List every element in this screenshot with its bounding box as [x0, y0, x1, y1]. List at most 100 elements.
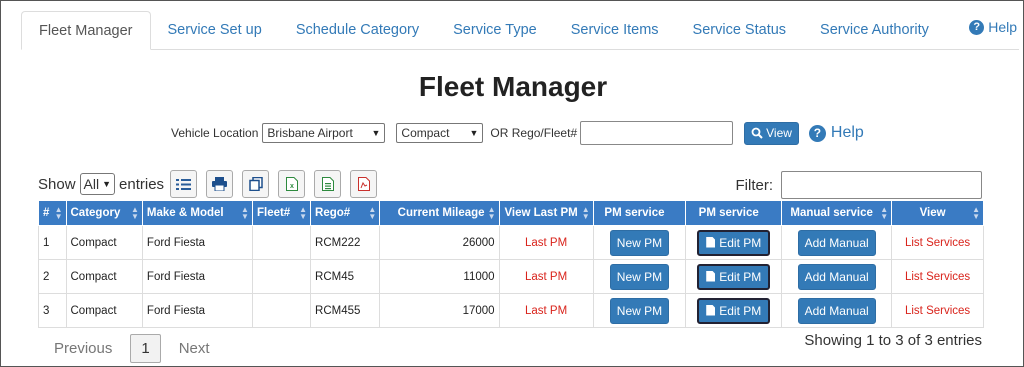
tab-divider [21, 49, 1019, 50]
page-1-button[interactable]: 1 [130, 334, 161, 363]
app-frame: Fleet Manager Service Set up Schedule Ca… [0, 0, 1024, 367]
pdf-file-icon [357, 177, 370, 191]
cell-rego: RCM455 [310, 293, 381, 328]
vehicle-location-select[interactable]: Brisbane Airport ▼ [262, 123, 386, 143]
page-length-select[interactable]: All ▼ [79, 173, 116, 195]
cell-edit-pm: Edit PM [685, 225, 783, 260]
new-pm-button[interactable]: New PM [609, 263, 670, 290]
edit-pm-label: Edit PM [719, 235, 762, 250]
cell-fleet [251, 293, 312, 328]
pdf-export-button[interactable] [350, 170, 378, 198]
new-pm-button[interactable]: New PM [609, 297, 670, 324]
cell-number: 3 [38, 293, 67, 328]
col-header-label: View [919, 207, 946, 219]
edit-pm-label: Edit PM [719, 269, 762, 284]
filter-input[interactable] [781, 171, 982, 199]
edit-pm-label: Edit PM [719, 303, 762, 318]
list-services-link[interactable]: List Services [891, 225, 984, 260]
sort-icon: ▲ ▼ [299, 205, 308, 221]
cell-make-model: Ford Fiesta [141, 293, 253, 328]
tab-fleet-manager[interactable]: Fleet Manager [21, 11, 151, 50]
search-row: Vehicle Location Brisbane Airport ▼ Comp… [171, 121, 864, 145]
list-services-link[interactable]: List Services [891, 293, 984, 328]
list-services-link[interactable]: List Services [891, 259, 984, 294]
cell-fleet [251, 225, 312, 260]
print-button[interactable] [206, 170, 234, 198]
sort-icon: ▲ ▼ [487, 205, 496, 221]
copy-icon [248, 177, 263, 191]
pagination: Previous 1 Next [42, 334, 222, 363]
col-header-manual-service[interactable]: Manual service ▲ ▼ [781, 200, 893, 226]
next-page-button[interactable]: Next [167, 334, 222, 363]
last-pm-link[interactable]: Last PM [498, 259, 594, 294]
cell-manual: Add Manual [781, 259, 893, 294]
table-filter: Filter: [735, 171, 982, 199]
fleet-table: # ▲ ▼ Category ▲ ▼ Make & Model ▲ ▼ Fleet# ▲ ▼ R… [38, 200, 984, 328]
cell-category: Compact [65, 259, 143, 294]
cell-rego: RCM45 [310, 259, 381, 294]
help-link-search[interactable]: ? Help [808, 124, 864, 142]
cell-fleet [251, 259, 312, 294]
csv-file-icon [321, 177, 334, 191]
copy-button[interactable] [242, 170, 270, 198]
tab-bar: Fleet Manager Service Set up Schedule Ca… [21, 11, 946, 50]
col-header-number[interactable]: # ▲ ▼ [38, 200, 67, 226]
cell-number: 2 [38, 259, 67, 294]
last-pm-link[interactable]: Last PM [498, 293, 594, 328]
cell-mileage: 17000 [379, 293, 500, 328]
chevron-down-icon: ▼ [371, 128, 381, 138]
search-icon [751, 127, 763, 139]
previous-page-button[interactable]: Previous [42, 334, 124, 363]
vehicle-location-label: Vehicle Location [171, 126, 259, 140]
sort-icon: ▲ ▼ [241, 205, 249, 221]
tab-service-authority[interactable]: Service Authority [803, 11, 946, 49]
filter-label: Filter: [735, 176, 774, 194]
col-header-view-last-pm[interactable]: View Last PM ▲ ▼ [498, 200, 594, 226]
csv-export-button[interactable] [314, 170, 342, 198]
last-pm-link[interactable]: Last PM [498, 225, 594, 260]
col-header-rego[interactable]: Rego# ▲ ▼ [310, 200, 381, 226]
table-row: 2 Compact Ford Fiesta RCM45 11000 Last P… [38, 259, 984, 294]
edit-pm-button[interactable]: Edit PM [697, 229, 771, 256]
cell-number: 1 [38, 225, 67, 260]
sort-icon: ▲ ▼ [54, 205, 63, 221]
list-icon [176, 178, 192, 190]
excel-file-icon: x [285, 177, 298, 191]
col-header-make-model[interactable]: Make & Model ▲ ▼ [141, 200, 253, 226]
new-pm-button[interactable]: New PM [609, 229, 670, 256]
col-header-edit-pm-service: PM service [685, 200, 783, 226]
add-manual-button[interactable]: Add Manual [797, 297, 876, 324]
excel-export-button[interactable]: x [278, 170, 306, 198]
help-link-top[interactable]: ? Help [969, 19, 1017, 35]
tab-service-set-up[interactable]: Service Set up [151, 11, 279, 49]
col-header-current-mileage[interactable]: Current Mileage ▲ ▼ [379, 200, 500, 226]
table-row: 3 Compact Ford Fiesta RCM455 17000 Last … [38, 293, 984, 328]
col-header-fleet[interactable]: Fleet# ▲ ▼ [251, 200, 312, 226]
col-header-label: Make & Model [146, 207, 224, 219]
col-header-label: Manual service [790, 207, 873, 219]
col-header-label: Category [70, 207, 121, 219]
add-manual-button[interactable]: Add Manual [797, 229, 876, 256]
rego-input[interactable] [580, 121, 734, 145]
sort-icon: ▲ ▼ [581, 205, 590, 221]
chevron-down-icon: ▼ [102, 179, 112, 189]
tab-service-type[interactable]: Service Type [436, 11, 554, 49]
col-header-view[interactable]: View ▲ ▼ [891, 200, 984, 226]
add-manual-button[interactable]: Add Manual [797, 263, 876, 290]
category-select[interactable]: Compact ▼ [396, 123, 484, 143]
tab-schedule-category[interactable]: Schedule Category [279, 11, 436, 49]
edit-pm-button[interactable]: Edit PM [697, 263, 771, 290]
sort-icon: ▲ ▼ [880, 205, 889, 221]
view-button[interactable]: View [744, 121, 799, 145]
edit-pm-button[interactable]: Edit PM [697, 297, 771, 324]
tab-service-items[interactable]: Service Items [554, 11, 676, 49]
tab-service-status[interactable]: Service Status [676, 11, 804, 49]
column-visibility-button[interactable] [170, 170, 198, 198]
category-value: Compact [401, 126, 450, 140]
col-header-category[interactable]: Category ▲ ▼ [65, 200, 143, 226]
col-header-label: Current Mileage [397, 207, 485, 219]
col-header-label: # [43, 207, 50, 219]
col-header-label: PM service [604, 207, 665, 219]
show-label: Show [38, 175, 76, 193]
cell-category: Compact [65, 293, 143, 328]
